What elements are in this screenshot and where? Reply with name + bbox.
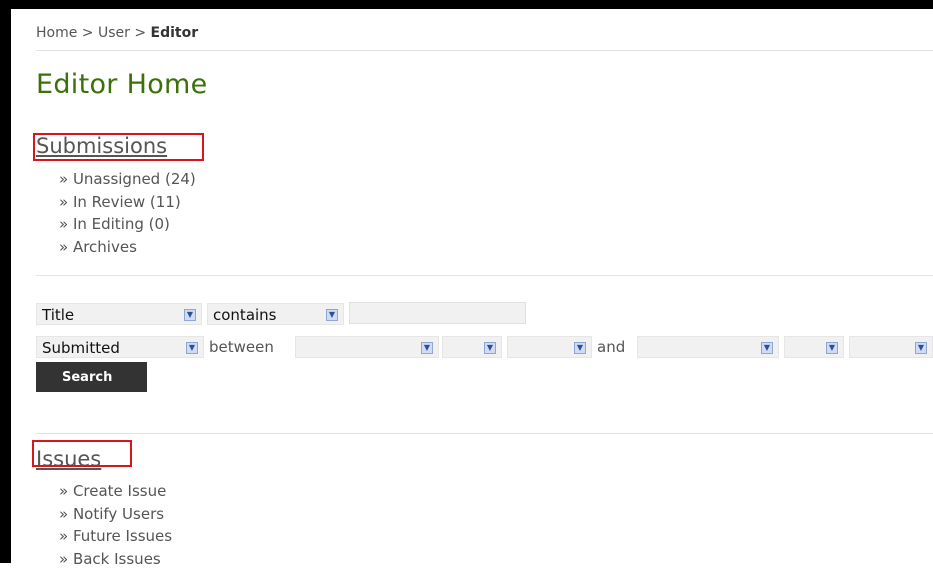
match-type-select[interactable]: contains ▼ xyxy=(207,303,344,325)
chevron-down-icon: ▼ xyxy=(574,342,586,354)
chevron-down-icon: ▼ xyxy=(326,309,338,321)
annotation-box xyxy=(32,440,132,467)
between-label: between xyxy=(209,338,274,356)
breadcrumb-separator: > xyxy=(82,25,94,41)
link-notify-users[interactable]: » Notify Users xyxy=(59,503,172,526)
search-field-select[interactable]: Title ▼ xyxy=(36,303,202,325)
divider xyxy=(36,275,933,276)
search-field-value: Title xyxy=(42,306,74,324)
link-unassigned[interactable]: » Unassigned (24) xyxy=(59,168,196,191)
breadcrumb-home[interactable]: Home xyxy=(36,25,77,41)
match-type-value: contains xyxy=(213,306,277,324)
breadcrumb-user[interactable]: User xyxy=(98,25,130,41)
issues-link-list: » Create Issue » Notify Users » Future I… xyxy=(59,480,172,570)
and-label: and xyxy=(597,338,625,356)
link-in-editing[interactable]: » In Editing (0) xyxy=(59,213,196,236)
to-year-select[interactable]: ▼ xyxy=(849,336,933,358)
chevron-down-icon: ▼ xyxy=(915,342,927,354)
breadcrumb-current: Editor xyxy=(151,25,199,41)
annotation-box xyxy=(33,133,204,161)
chevron-down-icon: ▼ xyxy=(484,342,496,354)
link-in-review[interactable]: » In Review (11) xyxy=(59,191,196,214)
divider xyxy=(36,50,933,51)
search-text-input[interactable] xyxy=(349,302,526,324)
date-field-select[interactable]: Submitted ▼ xyxy=(36,336,204,358)
link-archives[interactable]: » Archives xyxy=(59,236,196,259)
divider xyxy=(36,433,933,434)
to-month-select[interactable]: ▼ xyxy=(637,336,779,358)
chevron-down-icon: ▼ xyxy=(184,309,196,321)
page-title: Editor Home xyxy=(36,69,208,100)
window-border-left xyxy=(0,0,11,563)
chevron-down-icon: ▼ xyxy=(421,342,433,354)
breadcrumb: Home > User > Editor xyxy=(36,25,198,41)
page-content: Home > User > Editor Editor Home Submiss… xyxy=(11,9,933,563)
link-back-issues[interactable]: » Back Issues xyxy=(59,548,172,570)
chevron-down-icon: ▼ xyxy=(761,342,773,354)
breadcrumb-separator: > xyxy=(134,25,146,41)
date-field-value: Submitted xyxy=(42,339,120,357)
to-day-select[interactable]: ▼ xyxy=(784,336,844,358)
from-year-select[interactable]: ▼ xyxy=(507,336,592,358)
submissions-link-list: » Unassigned (24) » In Review (11) » In … xyxy=(59,168,196,258)
link-create-issue[interactable]: » Create Issue xyxy=(59,480,172,503)
link-future-issues[interactable]: » Future Issues xyxy=(59,525,172,548)
chevron-down-icon: ▼ xyxy=(186,342,198,354)
chevron-down-icon: ▼ xyxy=(826,342,838,354)
from-month-select[interactable]: ▼ xyxy=(295,336,439,358)
window-border-top xyxy=(0,0,933,9)
search-button[interactable]: Search xyxy=(36,362,147,392)
from-day-select[interactable]: ▼ xyxy=(442,336,502,358)
